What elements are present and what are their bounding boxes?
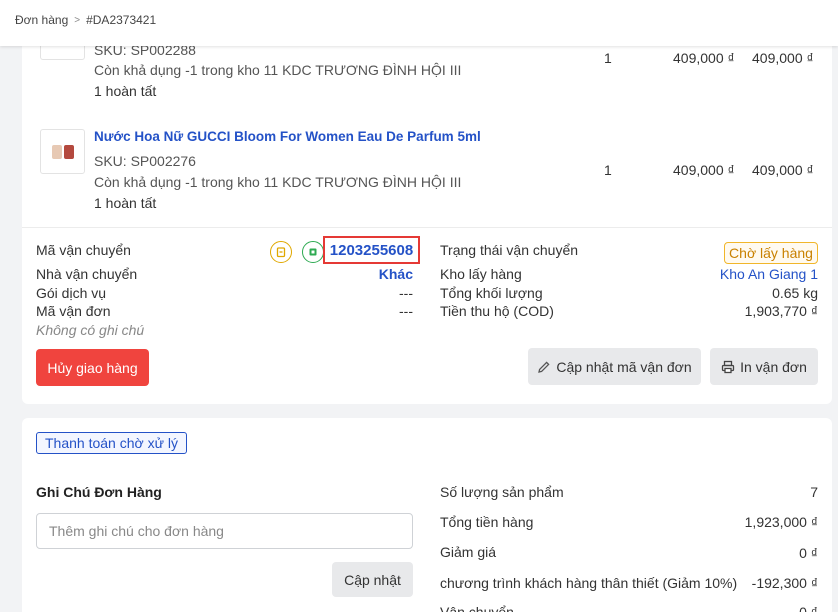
tracking-label: Mã vận chuyển [36,242,131,258]
print-waybill-button[interactable]: In vận đơn [710,348,818,385]
shipping-status-badge: Chờ lấy hàng [724,242,818,264]
waybill-label: Mã vận đơn [36,303,111,319]
product-total: 409,000 ₫ [752,162,814,178]
product-fulfilled: 1 hoàn tất [94,195,157,211]
update-note-label: Cập nhật [344,571,401,588]
warehouse-link[interactable]: Kho An Giang 1 [662,266,818,282]
product-price: 409,000 ₫ [673,162,735,178]
cancel-shipping-button[interactable]: Hủy giao hàng [36,349,149,386]
copy-icon[interactable] [302,241,324,263]
tracking-code-link[interactable]: 1203255608 [323,236,420,264]
chevron-right-icon: > [74,14,81,26]
printer-icon [721,360,735,374]
top-bar: Đơn hàng > #DA2373421 [0,0,838,46]
order-shipping-card: SKU: SP002288 Còn khả dụng -1 trong kho … [22,0,832,404]
summary-value: 1,923,000 ₫ [744,514,818,530]
carrier-label: Nhà vận chuyển [36,266,138,282]
pencil-icon [537,360,551,374]
cancel-shipping-label: Hủy giao hàng [47,359,138,376]
summary-value: -192,300 ₫ [751,575,818,591]
order-note-title: Ghi Chú Đơn Hàng [36,484,162,500]
carrier-value[interactable]: Khác [313,266,413,282]
update-waybill-button[interactable]: Cập nhật mã vận đơn [528,348,701,385]
summary-label: Số lượng sản phẩm [440,484,564,500]
summary-label: Tổng tiền hàng [440,514,534,530]
shipping-status-label: Trạng thái vận chuyển [440,242,579,258]
product-fulfilled: 1 hoàn tất [94,83,157,99]
cod-value: 1,903,770 ₫ [744,303,818,319]
summary-label: chương trình khách hàng thân thiết (Giảm… [440,575,738,591]
print-waybill-label: In vận đơn [740,358,807,375]
breadcrumb-orders-link[interactable]: Đơn hàng [15,13,68,27]
service-value: --- [399,285,413,301]
waybill-value: --- [399,303,413,319]
summary-label: Vận chuyển [440,604,514,612]
warehouse-label: Kho lấy hàng [440,266,522,282]
sync-icon[interactable] [270,241,292,263]
cod-label: Tiền thu hộ (COD) [440,303,554,319]
product-image[interactable] [40,129,85,174]
breadcrumb: Đơn hàng > #DA2373421 [15,13,156,27]
product-qty: 1 [604,162,612,178]
summary-label: Giảm giá [440,544,497,560]
weight-value: 0.65 kg [772,285,818,301]
product-stock: Còn khả dụng -1 trong kho 11 KDC TRƯƠNG … [94,62,462,78]
product-qty: 1 [604,50,612,66]
service-label: Gói dịch vụ [36,285,107,301]
summary-value: 0 ₫ [799,604,818,612]
payment-status-badge: Thanh toán chờ xử lý [36,432,187,454]
summary-value: 0 ₫ [799,545,818,561]
breadcrumb-current: #DA2373421 [86,13,157,27]
product-sku: SKU: SP002276 [94,153,196,169]
payment-card: Thanh toán chờ xử lý Ghi Chú Đơn Hàng Cậ… [22,418,832,612]
order-note-input[interactable] [36,513,413,549]
weight-label: Tổng khối lượng [440,285,543,301]
product-name-link[interactable]: Nước Hoa Nữ GUCCI Bloom For Women Eau De… [94,129,481,144]
update-note-button[interactable]: Cập nhật [332,562,413,597]
product-stock: Còn khả dụng -1 trong kho 11 KDC TRƯƠNG … [94,174,462,190]
summary-value: 7 [810,484,818,500]
product-price: 409,000 ₫ [673,50,735,66]
no-note-text: Không có ghi chú [36,322,145,338]
divider [22,227,832,228]
product-total: 409,000 ₫ [752,50,814,66]
update-waybill-label: Cập nhật mã vận đơn [556,358,692,375]
